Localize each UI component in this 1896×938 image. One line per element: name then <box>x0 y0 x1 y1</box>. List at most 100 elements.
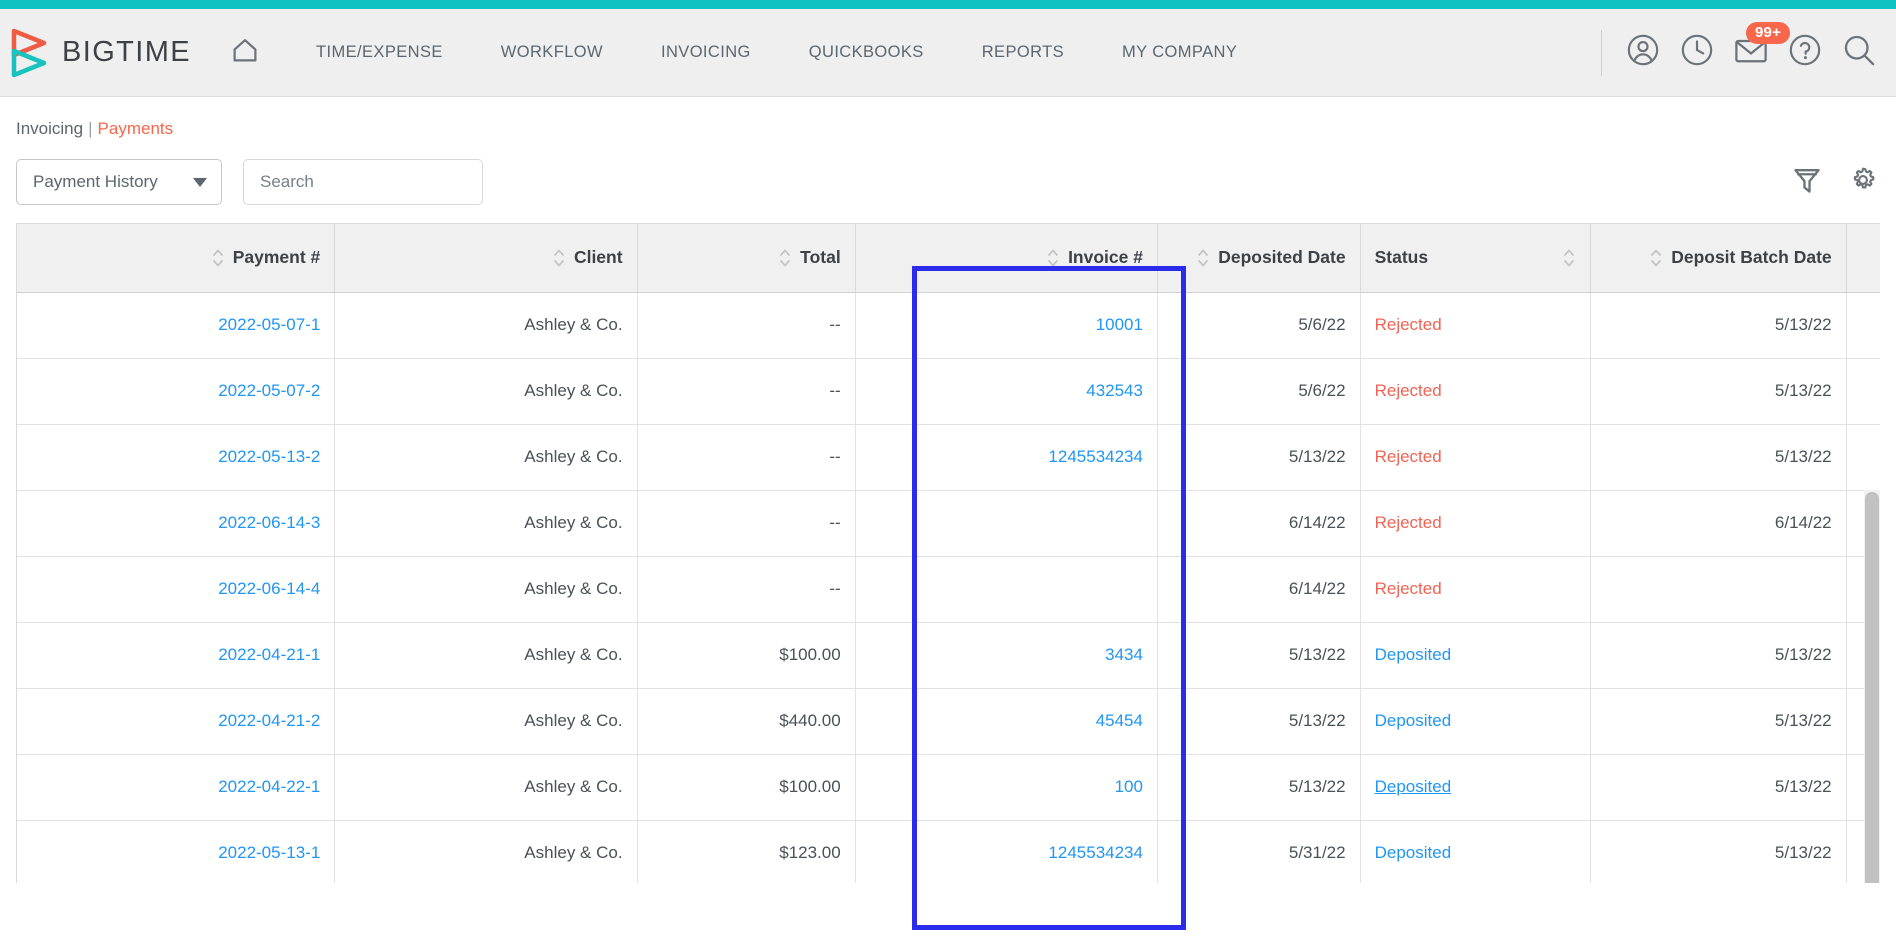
nav-item-reports[interactable]: REPORTS <box>953 43 1093 62</box>
payment-number-link[interactable]: 2022-04-21-2 <box>218 711 320 730</box>
toolbar-actions <box>1790 159 1880 205</box>
sort-chevrons-icon <box>1562 245 1576 271</box>
nav-item-time-expense[interactable]: TIME/EXPENSE <box>287 43 472 62</box>
notifications-mail-button[interactable]: 99+ <box>1724 21 1791 80</box>
deposit-batch-date: 5/13/22 <box>1774 645 1832 664</box>
nav-divider <box>1601 29 1602 76</box>
help-icon <box>1788 33 1822 72</box>
total-amount: $440.00 <box>779 711 841 730</box>
table-row[interactable]: 2022-05-13-1 Ashley & Co. $123.00 124553423… <box>17 820 1880 883</box>
cell-client: Ashley & Co. <box>334 754 638 821</box>
cell-client: Ashley & Co. <box>334 490 638 557</box>
table-row[interactable]: 2022-05-13-2 Ashley & Co. -- 1245534234 5/13… <box>17 424 1880 491</box>
breadcrumb-parent[interactable]: Invoicing <box>16 119 83 138</box>
column-header-total[interactable]: Total <box>637 224 856 293</box>
search-button[interactable] <box>1832 26 1886 80</box>
cell-payment-number: 2022-05-13-1 <box>17 820 336 883</box>
payment-number-link[interactable]: 2022-04-22-1 <box>218 777 320 796</box>
cell-status: Rejected <box>1360 556 1591 623</box>
table-row[interactable]: 2022-06-14-3 Ashley & Co. -- 6/14/22 Rejecte… <box>17 490 1880 557</box>
invoice-number-link[interactable]: 100 <box>1115 777 1143 796</box>
payments-table-head: Payment # Client Total Invoice # Deposit… <box>17 224 1880 293</box>
status-badge[interactable]: Deposited <box>1375 645 1452 664</box>
cell-status: Deposited <box>1360 754 1591 821</box>
deposited-date: 5/13/22 <box>1288 645 1346 664</box>
payments-table-container[interactable]: Payment # Client Total Invoice # Deposit… <box>16 223 1880 883</box>
gear-icon <box>1848 165 1878 200</box>
column-header-label: Total <box>800 246 841 267</box>
filter-button[interactable] <box>1790 159 1824 205</box>
cell-invoice-number: 100 <box>855 754 1158 821</box>
brand-logo-group[interactable]: BIGTIME <box>8 27 191 79</box>
cell-client: Ashley & Co. <box>334 622 638 689</box>
help-button[interactable] <box>1778 26 1832 80</box>
table-row[interactable]: 2022-05-07-2 Ashley & Co. -- 432543 5/6/22 Re… <box>17 358 1880 425</box>
invoice-number-link[interactable]: 1245534234 <box>1048 843 1143 862</box>
column-header-deposited-date[interactable]: Deposited Date <box>1157 224 1361 293</box>
cell-deposited-date: 5/13/22 <box>1157 688 1361 755</box>
cell-client: Ashley & Co. <box>334 556 638 623</box>
column-header-label: Deposited Date <box>1218 246 1346 267</box>
status-badge[interactable]: Deposited <box>1375 777 1452 796</box>
column-header-label: Deposit Batch Date <box>1671 246 1832 267</box>
total-amount: -- <box>829 513 841 532</box>
table-row[interactable]: 2022-04-21-1 Ashley & Co. $100.00 3434 5/13/… <box>17 622 1880 689</box>
cell-deposit-batch-date: 6/14/22 <box>1590 490 1847 557</box>
payment-view-select[interactable]: Payment History <box>16 159 222 205</box>
cell-deposited-date: 5/13/22 <box>1157 424 1361 491</box>
settings-button[interactable] <box>1846 159 1880 205</box>
timer-button[interactable] <box>1670 26 1724 80</box>
invoice-number-link[interactable]: 1245534234 <box>1048 447 1143 466</box>
home-button[interactable] <box>217 25 273 81</box>
nav-item-quickbooks[interactable]: QUICKBOOKS <box>780 43 953 62</box>
invoice-number-link[interactable]: 10001 <box>1096 315 1143 334</box>
cell-total: $100.00 <box>637 754 856 821</box>
table-row[interactable]: 2022-05-07-1 Ashley & Co. -- 10001 5/6/22 Rej… <box>17 292 1880 359</box>
column-header-payment-number[interactable]: Payment # <box>17 224 336 293</box>
table-row[interactable]: 2022-04-21-2 Ashley & Co. $440.00 45454 5/13… <box>17 688 1880 755</box>
cell-deposit-batch-date: 5/13/22 <box>1590 688 1847 755</box>
payment-number-link[interactable]: 2022-05-07-2 <box>218 381 320 400</box>
cell-deposited-date: 6/14/22 <box>1157 556 1361 623</box>
invoice-number-link[interactable]: 432543 <box>1086 381 1143 400</box>
status-badge: Rejected <box>1374 381 1442 400</box>
user-account-button[interactable] <box>1616 26 1670 80</box>
invoice-number-link[interactable]: 45454 <box>1096 711 1143 730</box>
nav-item-my-company[interactable]: MY COMPANY <box>1093 43 1266 62</box>
payments-table-body: 2022-05-07-1 Ashley & Co. -- 10001 5/6/22 Rej… <box>17 292 1880 883</box>
search-icon <box>1842 33 1876 72</box>
payment-number-link[interactable]: 2022-06-14-3 <box>218 513 320 532</box>
cell-payment-number: 2022-06-14-4 <box>17 556 336 623</box>
total-amount: -- <box>829 381 841 400</box>
deposit-batch-date: 5/13/22 <box>1774 447 1832 466</box>
table-row[interactable]: 2022-06-14-4 Ashley & Co. -- 6/14/22 Rejecte… <box>17 556 1880 623</box>
sort-chevrons-icon <box>552 245 566 271</box>
payment-number-link[interactable]: 2022-05-13-2 <box>218 447 320 466</box>
payment-number-link[interactable]: 2022-06-14-4 <box>218 579 320 598</box>
search-input[interactable] <box>243 159 483 205</box>
payment-number-link[interactable]: 2022-05-13-1 <box>218 843 320 862</box>
table-vertical-scrollbar-thumb[interactable] <box>1865 492 1879 883</box>
deposit-batch-date: 5/13/22 <box>1774 843 1832 862</box>
breadcrumb-current[interactable]: Payments <box>98 119 174 138</box>
column-header-status[interactable]: Status <box>1360 224 1591 293</box>
cell-deposited-date: 6/14/22 <box>1157 490 1361 557</box>
column-header-invoice-number[interactable]: Invoice # <box>855 224 1158 293</box>
nav-item-workflow[interactable]: WORKFLOW <box>472 43 632 62</box>
cell-deposited-date: 5/6/22 <box>1157 358 1361 425</box>
column-header-payment-method[interactable]: Payment Method <box>1846 224 1880 293</box>
payment-number-link[interactable]: 2022-04-21-1 <box>218 645 320 664</box>
main-navigation-bar: BIGTIME TIME/EXPENSE WORKFLOW INVOICING … <box>0 9 1896 97</box>
cell-total: -- <box>637 292 856 359</box>
column-header-client[interactable]: Client <box>334 224 638 293</box>
cell-deposit-batch-date: 5/13/22 <box>1590 820 1847 883</box>
status-badge[interactable]: Deposited <box>1375 843 1452 862</box>
status-badge[interactable]: Deposited <box>1375 711 1452 730</box>
table-row[interactable]: 2022-04-22-1 Ashley & Co. $100.00 100 5/13/2… <box>17 754 1880 821</box>
cell-payment-method: ACH <box>1846 358 1880 425</box>
client-name: Ashley & Co. <box>524 447 623 466</box>
payment-number-link[interactable]: 2022-05-07-1 <box>218 315 320 334</box>
column-header-deposit-batch-date[interactable]: Deposit Batch Date <box>1590 224 1847 293</box>
nav-item-invoicing[interactable]: INVOICING <box>632 43 780 62</box>
invoice-number-link[interactable]: 3434 <box>1105 645 1143 664</box>
